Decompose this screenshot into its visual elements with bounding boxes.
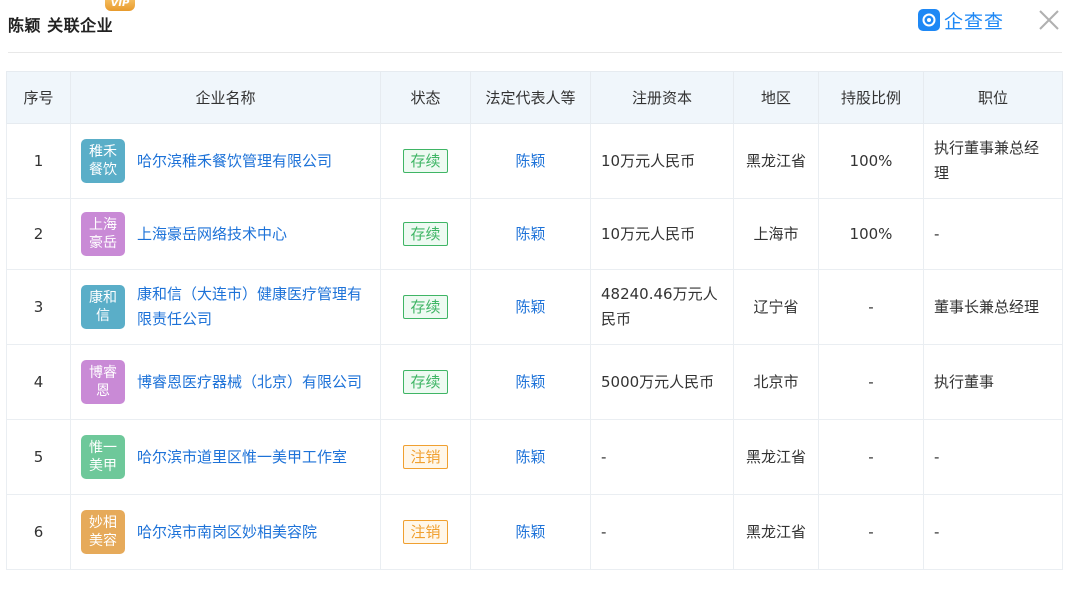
legal-rep-link[interactable]: 陈颖 (515, 298, 545, 316)
company-logo: 康和信 (81, 285, 125, 329)
table-row: 4 博睿恩 博睿恩医疗器械（北京）有限公司 存续 陈颖 5000万元人民币 北京市 - 执行董事 (6, 344, 1063, 420)
company-name-link[interactable]: 哈尔滨市道里区惟一美甲工作室 (137, 445, 347, 470)
legal-rep-cell: 陈颖 (470, 419, 591, 495)
region-cell: 北京市 (733, 344, 819, 420)
legal-rep-cell: 陈颖 (470, 198, 591, 270)
col-header-legal-rep: 法定代表人等 (470, 71, 591, 124)
company-cell: 上海豪岳 上海豪岳网络技术中心 (70, 198, 381, 270)
region-cell: 黑龙江省 (733, 494, 819, 570)
company-name-link[interactable]: 上海豪岳网络技术中心 (137, 222, 287, 247)
share-cell: - (818, 269, 924, 345)
col-header-index: 序号 (6, 71, 71, 124)
row-index: 1 (6, 123, 71, 199)
table-row: 5 惟一美甲 哈尔滨市道里区惟一美甲工作室 注销 陈颖 - 黑龙江省 - - (6, 419, 1063, 495)
company-name-link[interactable]: 哈尔滨稚禾餐饮管理有限公司 (137, 149, 332, 174)
legal-rep-cell: 陈颖 (470, 123, 591, 199)
legal-rep-link[interactable]: 陈颖 (515, 523, 545, 541)
position-cell: - (923, 198, 1063, 270)
dialog-header: 陈颖 关联企业 VIP 企查查 (0, 0, 1080, 52)
col-header-capital: 注册资本 (590, 71, 734, 124)
header-divider (8, 52, 1062, 53)
legal-rep-cell: 陈颖 (470, 494, 591, 570)
company-logo: 稚禾餐饮 (81, 139, 125, 183)
close-button[interactable] (1037, 8, 1061, 32)
row-index: 6 (6, 494, 71, 570)
position-cell: 董事长兼总经理 (923, 269, 1063, 345)
company-cell: 稚禾餐饮 哈尔滨稚禾餐饮管理有限公司 (70, 123, 381, 199)
position-cell: 执行董事 (923, 344, 1063, 420)
legal-rep-link[interactable]: 陈颖 (515, 448, 545, 466)
brand-icon (918, 9, 940, 31)
capital-cell: 10万元人民币 (590, 123, 734, 199)
legal-rep-cell: 陈颖 (470, 344, 591, 420)
company-logo: 妙相美容 (81, 510, 125, 554)
page-title: 陈颖 关联企业 (8, 16, 114, 35)
position-cell: - (923, 419, 1063, 495)
col-header-status: 状态 (380, 71, 471, 124)
legal-rep-cell: 陈颖 (470, 269, 591, 345)
capital-cell: - (590, 494, 734, 570)
col-header-region: 地区 (733, 71, 819, 124)
company-cell: 妙相美容 哈尔滨市南岗区妙相美容院 (70, 494, 381, 570)
region-cell: 辽宁省 (733, 269, 819, 345)
company-cell: 康和信 康和信（大连市）健康医疗管理有限责任公司 (70, 269, 381, 345)
status-badge: 存续 (403, 148, 448, 173)
capital-cell: - (590, 419, 734, 495)
col-header-position: 职位 (923, 71, 1063, 124)
region-cell: 黑龙江省 (733, 419, 819, 495)
company-name-link[interactable]: 哈尔滨市南岗区妙相美容院 (137, 520, 317, 545)
share-cell: 100% (818, 123, 924, 199)
share-cell: - (818, 494, 924, 570)
table-row: 3 康和信 康和信（大连市）健康医疗管理有限责任公司 存续 陈颖 48240.46万元人民… (6, 269, 1063, 345)
status-cell: 存续 (380, 344, 471, 420)
close-icon (1039, 10, 1059, 30)
legal-rep-link[interactable]: 陈颖 (515, 373, 545, 391)
status-cell: 注销 (380, 419, 471, 495)
table-row: 2 上海豪岳 上海豪岳网络技术中心 存续 陈颖 10万元人民币 上海市 100% - (6, 198, 1063, 270)
capital-cell: 5000万元人民币 (590, 344, 734, 420)
company-logo: 上海豪岳 (81, 212, 125, 256)
company-logo: 博睿恩 (81, 360, 125, 404)
status-cell: 存续 (380, 198, 471, 270)
status-cell: 存续 (380, 269, 471, 345)
company-logo: 惟一美甲 (81, 435, 125, 479)
capital-cell: 48240.46万元人民币 (590, 269, 734, 345)
table-header-row: 序号 企业名称 状态 法定代表人等 注册资本 地区 持股比例 职位 (6, 71, 1063, 124)
capital-cell: 10万元人民币 (590, 198, 734, 270)
status-badge: 注销 (403, 519, 448, 544)
share-cell: 100% (818, 198, 924, 270)
legal-rep-link[interactable]: 陈颖 (515, 152, 545, 170)
status-cell: 存续 (380, 123, 471, 199)
share-cell: - (818, 419, 924, 495)
status-badge: 注销 (403, 444, 448, 469)
status-cell: 注销 (380, 494, 471, 570)
related-companies-table: 序号 企业名称 状态 法定代表人等 注册资本 地区 持股比例 职位 1 稚禾餐饮哈… (6, 71, 1063, 570)
row-index: 5 (6, 419, 71, 495)
region-cell: 黑龙江省 (733, 123, 819, 199)
position-cell: 执行董事兼总经理 (923, 123, 1063, 199)
row-index: 2 (6, 198, 71, 270)
row-index: 3 (6, 269, 71, 345)
col-header-share: 持股比例 (818, 71, 924, 124)
status-badge: 存续 (403, 369, 448, 394)
company-cell: 惟一美甲 哈尔滨市道里区惟一美甲工作室 (70, 419, 381, 495)
brand-logo: 企查查 (918, 6, 1004, 34)
company-cell: 博睿恩 博睿恩医疗器械（北京）有限公司 (70, 344, 381, 420)
company-name-link[interactable]: 康和信（大连市）健康医疗管理有限责任公司 (137, 282, 370, 332)
table-row: 6 妙相美容 哈尔滨市南岗区妙相美容院 注销 陈颖 - 黑龙江省 - - (6, 494, 1063, 570)
col-header-company: 企业名称 (70, 71, 381, 124)
status-badge: 存续 (403, 221, 448, 246)
row-index: 4 (6, 344, 71, 420)
vip-badge: VIP (105, 0, 135, 11)
status-badge: 存续 (403, 294, 448, 319)
legal-rep-link[interactable]: 陈颖 (515, 225, 545, 243)
brand-name: 企查查 (944, 10, 1005, 33)
company-name-link[interactable]: 博睿恩医疗器械（北京）有限公司 (137, 370, 362, 395)
region-cell: 上海市 (733, 198, 819, 270)
position-cell: - (923, 494, 1063, 570)
share-cell: - (818, 344, 924, 420)
table-row: 1 稚禾餐饮 哈尔滨稚禾餐饮管理有限公司 存续 陈颖 10万元人民币 黑龙江省 100% 执行董… (6, 123, 1063, 199)
